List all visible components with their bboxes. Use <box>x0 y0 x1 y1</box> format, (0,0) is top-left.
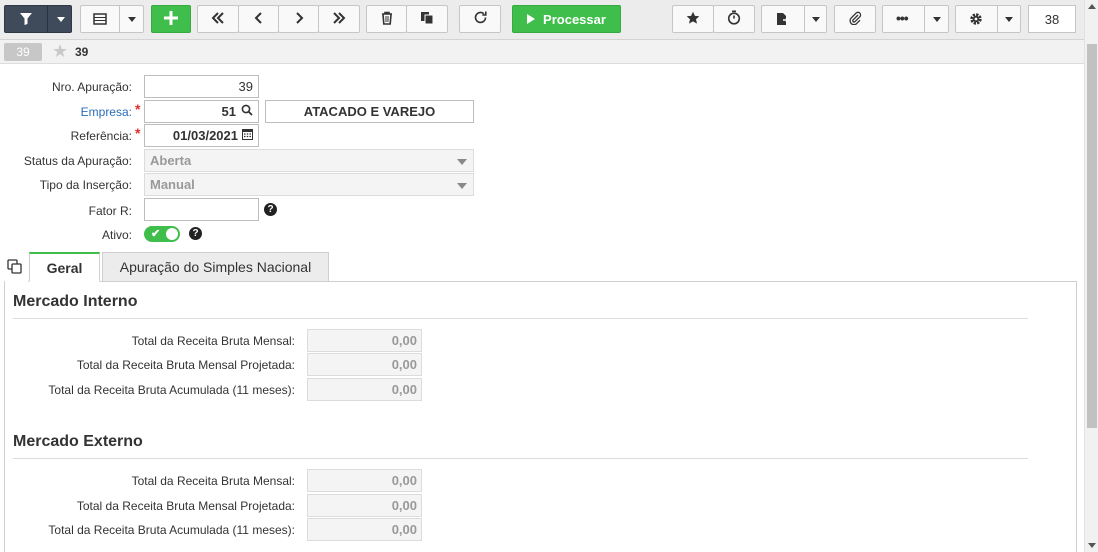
empresa-field[interactable]: 51 <box>144 100 259 123</box>
vertical-scrollbar[interactable] <box>1084 0 1098 552</box>
receita-projetada-label: Total da Receita Bruta Mensal Projetada: <box>76 499 295 513</box>
chevron-down-icon[interactable] <box>812 17 820 22</box>
record-count: 38 <box>1028 5 1076 33</box>
process-button[interactable]: Processar <box>512 5 621 33</box>
export-button[interactable] <box>761 5 827 33</box>
grid-view-button[interactable] <box>80 5 144 33</box>
section-title: Mercado Externo <box>13 433 143 450</box>
chevron-down-icon <box>457 183 467 189</box>
first-record-button[interactable] <box>197 5 239 33</box>
empresa-value: 51 <box>221 104 236 119</box>
receita-mensal-field: 0,00 <box>307 329 422 352</box>
required-marker: * <box>135 101 141 117</box>
record-id: 39 <box>75 45 89 59</box>
nro-apuracao-label: Nro. Apuração: <box>51 80 132 94</box>
paperclip-icon <box>848 11 862 28</box>
scroll-up-icon[interactable] <box>1088 4 1096 9</box>
favorite-button[interactable] <box>672 5 714 33</box>
empresa-label[interactable]: Empresa: <box>0 105 132 119</box>
add-button[interactable] <box>151 5 191 33</box>
receita-acumulada-field: 0,00 <box>307 518 422 541</box>
status-value: Aberta <box>150 153 192 168</box>
tab-apuracao-simples-nacional[interactable]: Apuração do Simples Nacional <box>102 252 329 282</box>
copy-icon <box>420 11 434 28</box>
fator-r-field[interactable] <box>144 198 259 221</box>
empresa-description: ATACADO E VAREJO <box>265 100 474 123</box>
status-label: Status da Apuração: <box>23 154 132 168</box>
play-icon <box>527 14 536 24</box>
next-icon <box>292 11 306 28</box>
chevron-down-icon[interactable] <box>933 17 941 22</box>
previous-record-button[interactable] <box>238 5 279 33</box>
ativo-label: Ativo: <box>101 228 132 242</box>
tipo-insercao-value: Manual <box>150 177 195 192</box>
more-icon: ••• <box>896 10 909 26</box>
help-icon[interactable]: ? <box>264 203 277 216</box>
receita-mensal-field: 0,00 <box>307 469 422 492</box>
chevron-down-icon[interactable] <box>57 17 65 22</box>
gear-icon <box>969 12 983 29</box>
nro-apuracao-field[interactable]: 39 <box>144 75 259 98</box>
receita-projetada-label: Total da Receita Bruta Mensal Projetada: <box>76 358 295 372</box>
delete-button[interactable] <box>366 5 407 33</box>
help-icon[interactable]: ? <box>189 227 202 240</box>
toolbar: Processar ••• 38 <box>0 0 1084 40</box>
section-title: Mercado Interno <box>13 293 138 310</box>
required-marker: * <box>135 125 141 141</box>
section-divider <box>13 458 1028 459</box>
last-icon <box>332 11 346 28</box>
grid-icon <box>93 12 107 29</box>
toggle-knob <box>166 228 178 240</box>
first-icon <box>211 11 225 28</box>
process-button-label: Processar <box>543 11 606 27</box>
star-icon[interactable]: ★ <box>52 41 68 61</box>
refresh-icon <box>473 10 488 28</box>
record-badge: 39 <box>4 43 42 61</box>
scrollbar-thumb[interactable] <box>1087 44 1097 428</box>
receita-projetada-field: 0,00 <box>307 353 422 376</box>
previous-icon <box>252 11 266 28</box>
timer-icon <box>727 10 741 28</box>
calendar-icon[interactable] <box>242 128 253 143</box>
plus-icon <box>164 10 178 28</box>
refresh-button[interactable] <box>459 5 501 33</box>
referencia-field[interactable]: 01/03/2021 <box>144 124 259 147</box>
search-icon[interactable] <box>241 104 253 119</box>
tipo-insercao-select: Manual <box>144 173 474 196</box>
chevron-down-icon[interactable] <box>128 17 136 22</box>
settings-button[interactable] <box>955 5 1021 33</box>
chevron-down-icon <box>457 159 467 165</box>
trash-icon <box>380 11 394 28</box>
fator-r-label: Fator R: <box>88 204 132 218</box>
receita-acumulada-label: Total da Receita Bruta Acumulada (11 mes… <box>48 383 295 397</box>
section-divider <box>13 318 1028 319</box>
scroll-down-icon[interactable] <box>1088 543 1096 548</box>
last-record-button[interactable] <box>318 5 360 33</box>
receita-acumulada-label: Total da Receita Bruta Acumulada (11 mes… <box>48 523 295 537</box>
record-header: 39 ★ 39 <box>0 40 1084 64</box>
filter-button[interactable] <box>4 5 72 33</box>
tab-geral[interactable]: Geral <box>29 252 100 282</box>
duplicate-button[interactable] <box>406 5 448 33</box>
receita-mensal-label: Total da Receita Bruta Mensal: <box>131 334 295 348</box>
next-record-button[interactable] <box>278 5 319 33</box>
receita-acumulada-field: 0,00 <box>307 378 422 401</box>
filter-icon <box>19 12 33 29</box>
duplicate-panel-icon[interactable] <box>7 259 23 278</box>
tipo-insercao-label: Tipo da Inserção: <box>39 178 132 192</box>
referencia-label: Referência: <box>70 129 132 143</box>
ativo-toggle[interactable]: ✔ <box>144 226 180 242</box>
chevron-down-icon[interactable] <box>1005 17 1013 22</box>
referencia-value: 01/03/2021 <box>172 128 238 143</box>
export-icon <box>775 12 789 29</box>
receita-mensal-label: Total da Receita Bruta Mensal: <box>131 474 295 488</box>
status-select: Aberta <box>144 149 474 172</box>
receita-projetada-field: 0,00 <box>307 494 422 517</box>
timer-button[interactable] <box>713 5 755 33</box>
star-icon <box>686 11 700 28</box>
attachment-button[interactable] <box>834 5 876 33</box>
check-icon: ✔ <box>151 228 161 240</box>
more-actions-button[interactable]: ••• <box>882 5 949 33</box>
